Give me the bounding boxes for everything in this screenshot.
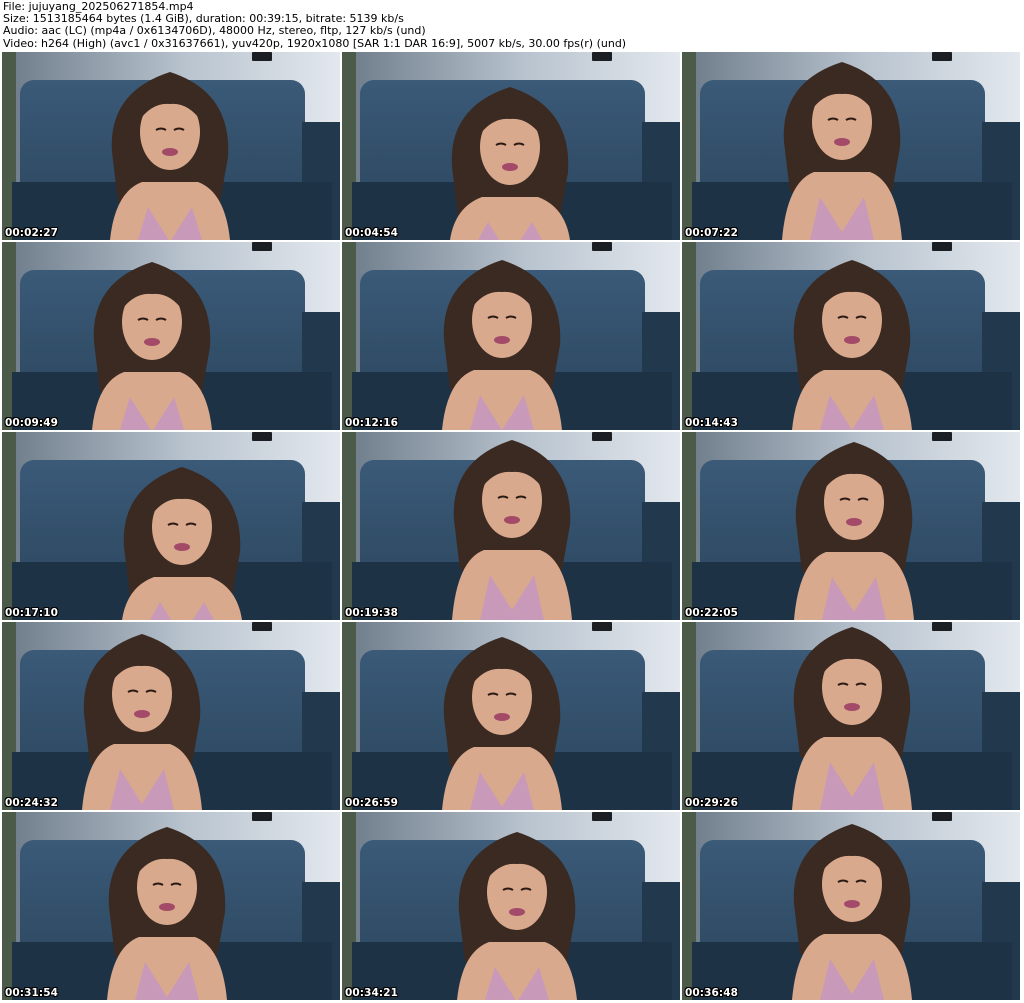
video-thumbnail: 00:02:27 [2, 52, 340, 240]
thumbnail-frame-image [682, 622, 1020, 810]
video-info-line: Video: h264 (High) (avc1 / 0x31637661), … [3, 36, 627, 50]
thumbnail-frame-image [342, 52, 680, 240]
thumbnail-frame-image [682, 242, 1020, 430]
video-thumbnail: 00:09:49 [2, 242, 340, 430]
thumbnail-frame-image [682, 52, 1020, 240]
video-thumbnail: 00:04:54 [342, 52, 680, 240]
video-thumbnail: 00:14:43 [682, 242, 1020, 430]
thumbnail-timestamp: 00:26:59 [345, 797, 399, 809]
thumbnail-timestamp: 00:22:05 [685, 607, 739, 619]
file-info-header: File: jujuyang_202506271854.mp4 Size: 15… [3, 0, 1021, 50]
thumbnail-frame-image [2, 242, 340, 430]
video-thumbnail: 00:07:22 [682, 52, 1020, 240]
thumbnail-timestamp: 00:04:54 [345, 227, 399, 239]
thumbnail-frame-image [2, 622, 340, 810]
thumbnail-frame-image [682, 812, 1020, 1000]
thumbnail-timestamp: 00:07:22 [685, 227, 739, 239]
thumbnail-timestamp: 00:17:10 [5, 607, 59, 619]
thumbnail-frame-image [342, 432, 680, 620]
video-thumbnail: 00:19:38 [342, 432, 680, 620]
video-thumbnail: 00:24:32 [2, 622, 340, 810]
thumbnail-frame-image [2, 52, 340, 240]
thumbnail-timestamp: 00:02:27 [5, 227, 59, 239]
thumbnail-frame-image [342, 812, 680, 1000]
thumbnail-frame-image [342, 622, 680, 810]
thumbnail-frame-image [2, 432, 340, 620]
video-thumbnail: 00:17:10 [2, 432, 340, 620]
video-thumbnail: 00:22:05 [682, 432, 1020, 620]
thumbnail-frame-image [682, 432, 1020, 620]
video-thumbnail: 00:12:16 [342, 242, 680, 430]
video-thumbnail: 00:31:54 [2, 812, 340, 1000]
thumbnail-timestamp: 00:12:16 [345, 417, 399, 429]
thumbnail-timestamp: 00:31:54 [5, 987, 59, 999]
thumbnail-grid: 00:02:27 00:04:54 00:07:22 00:09:49 00:1… [2, 52, 1022, 1002]
thumbnail-timestamp: 00:09:49 [5, 417, 59, 429]
video-thumbnail: 00:29:26 [682, 622, 1020, 810]
thumbnail-timestamp: 00:24:32 [5, 797, 59, 809]
thumbnail-timestamp: 00:34:21 [345, 987, 399, 999]
thumbnail-timestamp: 00:19:38 [345, 607, 399, 619]
audio-info-line: Audio: aac (LC) (mp4a / 0x6134706D), 480… [3, 24, 426, 38]
video-thumbnail: 00:26:59 [342, 622, 680, 810]
thumbnail-frame-image [2, 812, 340, 1000]
thumbnail-timestamp: 00:14:43 [685, 417, 739, 429]
video-thumbnail: 00:36:48 [682, 812, 1020, 1000]
thumbnail-timestamp: 00:36:48 [685, 987, 739, 999]
thumbnail-timestamp: 00:29:26 [685, 797, 739, 809]
video-thumbnail: 00:34:21 [342, 812, 680, 1000]
thumbnail-frame-image [342, 242, 680, 430]
